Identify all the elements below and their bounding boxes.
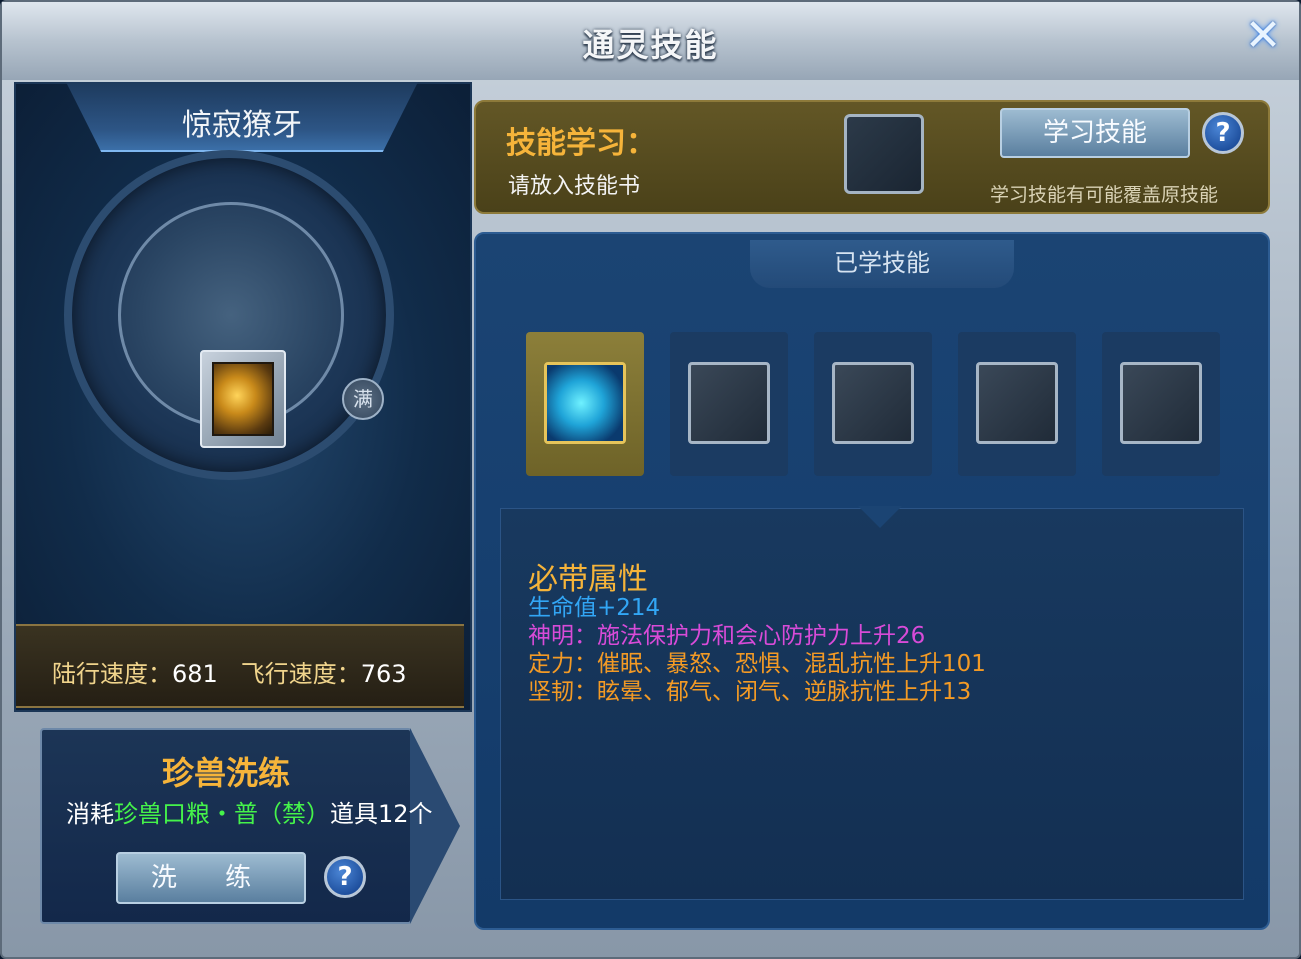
wash-button[interactable]: 洗 练 xyxy=(116,852,306,904)
wash-cost-prefix: 消耗 xyxy=(66,800,114,828)
learn-skill-hint: 请放入技能书 xyxy=(508,174,641,199)
book-icon xyxy=(976,362,1058,444)
pet-name: 惊寂獠牙 xyxy=(182,108,302,143)
window-title: 通灵技能 xyxy=(582,26,719,64)
pet-portrait-slot[interactable] xyxy=(200,350,286,448)
skill-icon-frame xyxy=(544,362,626,444)
fly-speed-value: 763 xyxy=(360,660,407,688)
skill-slot-2[interactable] xyxy=(670,332,788,476)
close-icon[interactable]: ✕ xyxy=(1243,14,1283,60)
speed-text: 陆行速度：681 飞行速度：763 xyxy=(52,654,407,689)
learn-help-icon[interactable]: ? xyxy=(1202,112,1244,154)
land-speed-value: 681 xyxy=(172,660,218,688)
wash-cost-text: 消耗珍兽口粮・普（禁）道具12个 xyxy=(66,800,456,828)
wash-title: 珍兽洗练 xyxy=(161,754,290,792)
skill-slot-1[interactable] xyxy=(526,332,644,476)
description-line-4: 坚韧：眩晕、郁气、闭气、逆脉抗性上升13 xyxy=(528,679,972,705)
learn-skill-title: 技能学习： xyxy=(506,126,656,161)
skill-slot-3[interactable] xyxy=(814,332,932,476)
land-speed-label: 陆行速度： xyxy=(52,660,172,688)
learned-skills-tab: 已学技能 xyxy=(750,240,1014,288)
learn-skill-warning: 学习技能有可能覆盖原技能 xyxy=(990,184,1219,206)
dragon-icon xyxy=(212,362,274,436)
wash-help-icon[interactable]: ? xyxy=(324,856,366,898)
wash-cost-item: 珍兽口粮・普（禁） xyxy=(114,800,330,828)
book-icon xyxy=(688,362,770,444)
fly-speed-label: 飞行速度： xyxy=(240,660,361,688)
horse-icon xyxy=(547,365,623,441)
learn-skill-button[interactable]: 学习技能 xyxy=(1000,108,1190,158)
book-icon xyxy=(1120,362,1202,444)
speed-bar: 陆行速度：681 飞行速度：763 xyxy=(16,624,464,708)
full-level-badge: 满 xyxy=(342,378,384,420)
wash-cost-suffix: 道具12个 xyxy=(330,800,433,828)
description-notch xyxy=(858,506,902,528)
skill-slot-4[interactable] xyxy=(958,332,1076,476)
skill-book-slot[interactable] xyxy=(844,114,924,194)
book-icon xyxy=(832,362,914,444)
skill-slot-5[interactable] xyxy=(1102,332,1220,476)
